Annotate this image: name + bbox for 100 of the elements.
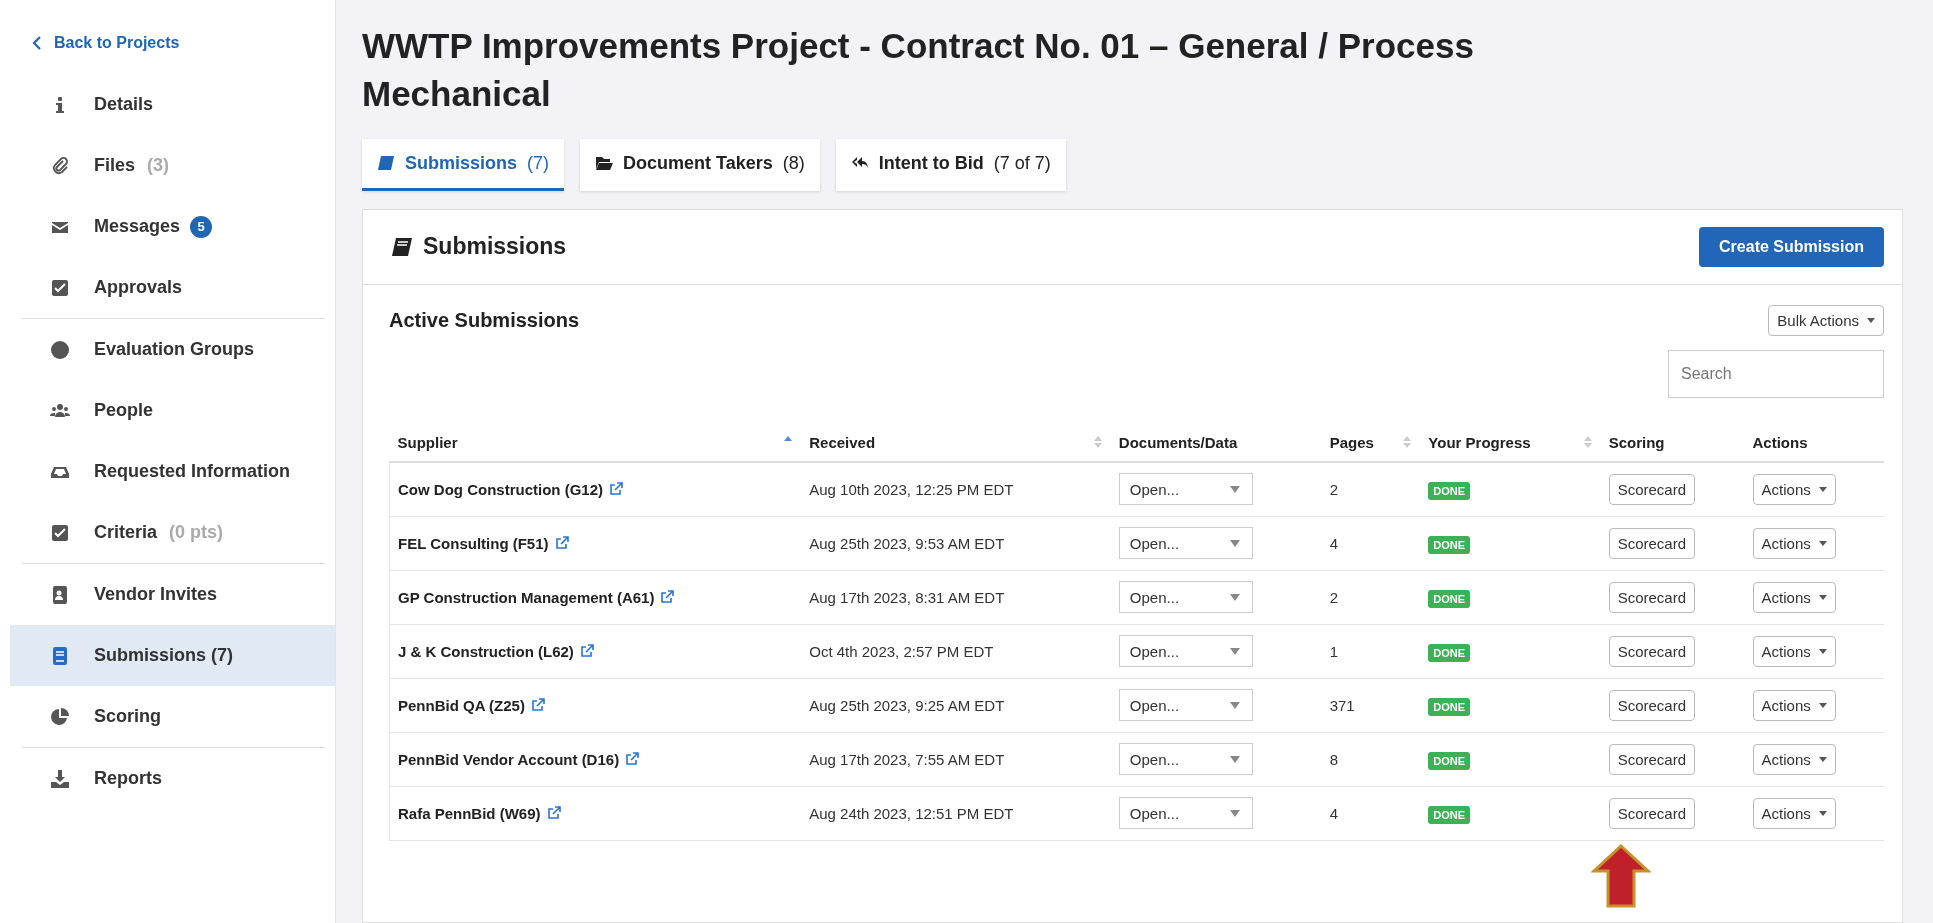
scorecard-button[interactable]: Scorecard (1608, 635, 1695, 667)
caret-icon (1229, 701, 1240, 709)
actions-button[interactable]: Actions (1752, 689, 1836, 721)
tab[interactable]: Submissions (7) (362, 138, 565, 191)
caret-icon (1818, 486, 1827, 492)
sidebar-item[interactable]: Criteria (0 pts) (10, 502, 325, 563)
supplier-link[interactable]: Cow Dog Construction (G12) (398, 480, 603, 498)
supplier-link[interactable]: GP Construction Management (A61) (398, 588, 655, 606)
external-link-icon[interactable] (609, 482, 623, 497)
sidebar-item[interactable]: Reports (10, 748, 325, 809)
pie-chart-icon (50, 706, 70, 727)
sidebar-label: Requested Information (94, 461, 290, 482)
bulk-actions-button[interactable]: Bulk Actions (1768, 304, 1884, 336)
documents-dropdown[interactable]: Open... (1118, 527, 1253, 560)
tab[interactable]: Intent to Bid (7 of 7) (835, 138, 1066, 191)
documents-dropdown[interactable]: Open... (1118, 473, 1253, 506)
chevron-left-icon (32, 36, 42, 50)
sidebar-label: Details (94, 94, 154, 115)
scorecard-button[interactable]: Scorecard (1608, 581, 1695, 613)
column-header[interactable]: Pages (1329, 433, 1374, 451)
search-field[interactable]: Search (1668, 349, 1884, 398)
column-header[interactable]: Received (809, 433, 876, 451)
contact-card-icon (50, 584, 70, 605)
actions-button[interactable]: Actions (1752, 473, 1836, 505)
item-count: (0 pts) (169, 522, 224, 543)
sidebar-label: Criteria (94, 522, 158, 543)
status-badge: DONE (1428, 481, 1471, 500)
panel-title: Submissions (423, 233, 567, 261)
arrow-annotation (1591, 844, 1651, 908)
create-submission-button[interactable]: Create Submission (1699, 226, 1884, 267)
actions-button[interactable]: Actions (1752, 635, 1836, 667)
documents-dropdown[interactable]: Open... (1118, 581, 1253, 614)
caret-icon (1229, 539, 1240, 547)
column-header[interactable]: Scoring (1608, 433, 1665, 451)
external-link-icon[interactable] (579, 644, 594, 659)
sidebar-item[interactable]: Files (3) (10, 135, 325, 196)
sidebar-item[interactable]: Requested Information (10, 441, 325, 502)
scorecard-button[interactable]: Scorecard (1608, 689, 1695, 721)
status-badge: DONE (1428, 751, 1471, 770)
sidebar-item[interactable]: Scoring (10, 686, 325, 747)
scorecard-button[interactable]: Scorecard (1608, 527, 1695, 559)
column-header[interactable]: Supplier (397, 433, 458, 451)
actions-button[interactable]: Actions (1752, 743, 1836, 775)
actions-button[interactable]: Actions (1752, 581, 1836, 613)
sidebar-item[interactable]: Details (10, 74, 325, 135)
actions-button[interactable]: Actions (1752, 797, 1836, 829)
documents-dropdown[interactable]: Open... (1118, 797, 1253, 830)
caret-icon (1229, 755, 1240, 763)
scorecard-button[interactable]: Scorecard (1608, 797, 1695, 829)
sidebar-item[interactable]: Approvals (10, 257, 325, 318)
sidebar-label: Files (94, 155, 136, 176)
received-date: Aug 25th 2023, 9:25 AM EDT (809, 696, 1005, 714)
checkbox-icon (50, 277, 70, 298)
supplier-link[interactable]: FEL Consulting (F51) (398, 534, 549, 552)
tab[interactable]: Document Takers (8) (580, 138, 820, 191)
documents-dropdown[interactable]: Open... (1118, 689, 1253, 722)
page-count: 1 (1329, 642, 1339, 660)
caret-icon (1818, 648, 1827, 654)
supplier-link[interactable]: PennBid QA (Z25) (398, 696, 525, 714)
sidebar-item[interactable]: People (10, 380, 325, 441)
external-link-icon[interactable] (660, 590, 675, 605)
received-date: Oct 4th 2023, 2:57 PM EDT (809, 642, 994, 660)
scorecard-button[interactable]: Scorecard (1608, 473, 1695, 505)
caret-icon (1867, 317, 1875, 323)
external-link-icon[interactable] (625, 752, 640, 767)
external-link-icon[interactable] (530, 698, 545, 713)
documents-dropdown[interactable]: Open... (1118, 635, 1253, 668)
sidebar-label: Scoring (94, 706, 161, 727)
sidebar-label: Evaluation Groups (94, 339, 255, 360)
supplier-link[interactable]: J & K Construction (L62) (398, 642, 574, 660)
column-header[interactable]: Your Progress (1428, 433, 1531, 451)
page-count: 2 (1329, 588, 1339, 606)
supplier-link[interactable]: PennBid Vendor Account (D16) (398, 750, 620, 768)
caret-icon (1818, 594, 1827, 600)
status-badge: DONE (1428, 643, 1471, 662)
documents-dropdown[interactable]: Open... (1118, 743, 1253, 776)
external-link-icon[interactable] (546, 806, 561, 821)
sidebar-item[interactable]: Vendor Invites (10, 564, 325, 625)
column-header[interactable]: Actions (1752, 433, 1808, 451)
back-link[interactable]: Back to Projects (32, 34, 335, 52)
section-title: Active Submissions (389, 308, 580, 332)
sidebar-item[interactable]: Messages 5 (10, 196, 325, 257)
actions-button[interactable]: Actions (1752, 527, 1836, 559)
page-count: 4 (1329, 534, 1339, 552)
supplier-link[interactable]: Rafa PennBid (W69) (398, 804, 541, 822)
status-badge: DONE (1428, 697, 1471, 716)
count-badge: 5 (190, 215, 213, 238)
page-count: 8 (1329, 750, 1339, 768)
folder-icon (595, 155, 614, 172)
page-count: 2 (1329, 480, 1339, 498)
external-link-icon[interactable] (554, 536, 569, 551)
column-header[interactable]: Documents/Data (1118, 433, 1238, 451)
book-icon (50, 645, 70, 666)
caret-icon (1229, 809, 1240, 817)
caret-icon (1229, 593, 1240, 601)
scorecard-button[interactable]: Scorecard (1608, 743, 1695, 775)
sidebar-item[interactable]: Submissions (7) (10, 625, 335, 686)
status-badge: DONE (1428, 535, 1471, 554)
sidebar-item[interactable]: Evaluation Groups (10, 319, 325, 380)
received-date: Aug 10th 2023, 12:25 PM EDT (809, 480, 1014, 498)
